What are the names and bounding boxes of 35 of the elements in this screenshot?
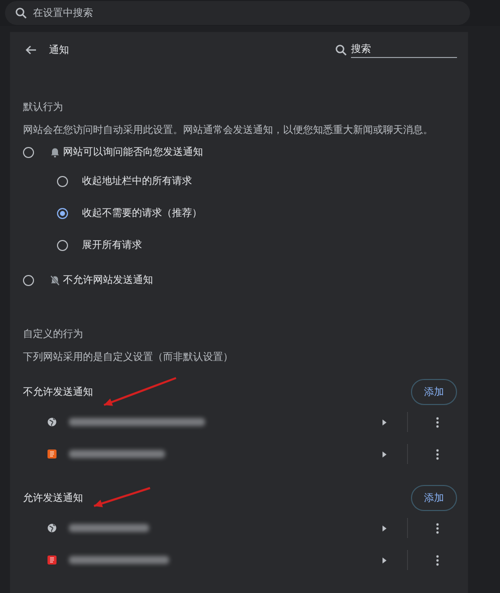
radio-button[interactable] — [23, 146, 34, 158]
annotation-arrow — [94, 487, 150, 508]
radio-button[interactable] — [23, 274, 34, 286]
option-label: 展开所有请求 — [82, 238, 142, 252]
section-description: 网站会在您访问时自动采用此设置。网站通常会发送通知，以便您知悉重大新闻或聊天消息。 — [23, 124, 434, 137]
add-button[interactable]: 添加 — [411, 379, 457, 405]
expand-arrow-icon[interactable] — [382, 418, 387, 426]
section-description: 下列网站采用的是自定义设置（而非默认设置） — [23, 350, 234, 364]
more-icon[interactable] — [436, 448, 439, 460]
group-title: 不允许发送通知 — [23, 386, 93, 399]
page-title: 通知 — [49, 44, 69, 57]
radio-button[interactable] — [57, 176, 68, 186]
expand-arrow-icon[interactable] — [382, 450, 387, 458]
search-field[interactable]: 在设置中搜索 — [5, 1, 470, 25]
add-button[interactable]: 添加 — [411, 485, 457, 511]
radio-button[interactable] — [57, 208, 68, 218]
back-arrow-icon[interactable] — [25, 45, 37, 55]
more-icon[interactable] — [436, 554, 439, 566]
option-label: 不允许网站发送通知 — [63, 274, 153, 287]
more-icon[interactable] — [436, 522, 439, 534]
more-icon[interactable] — [436, 416, 439, 428]
muted-bell-icon — [50, 274, 60, 286]
group-title: 允许发送通知 — [23, 492, 83, 505]
bell-icon — [50, 146, 60, 158]
option-label: 网站可以询问能否向您发送通知 — [63, 146, 203, 159]
search-icon — [335, 44, 347, 56]
search-icon — [15, 7, 27, 19]
section-title: 默认行为 — [23, 100, 64, 114]
option-label: 收起地址栏中的所有请求 — [82, 174, 192, 188]
section-title: 自定义的行为 — [23, 328, 84, 341]
search-field[interactable]: 搜索 — [335, 42, 457, 58]
radio-button[interactable] — [57, 240, 68, 250]
expand-arrow-icon[interactable] — [382, 524, 387, 532]
option-label: 收起不需要的请求（推荐） — [82, 206, 202, 220]
expand-arrow-icon[interactable] — [382, 556, 387, 564]
